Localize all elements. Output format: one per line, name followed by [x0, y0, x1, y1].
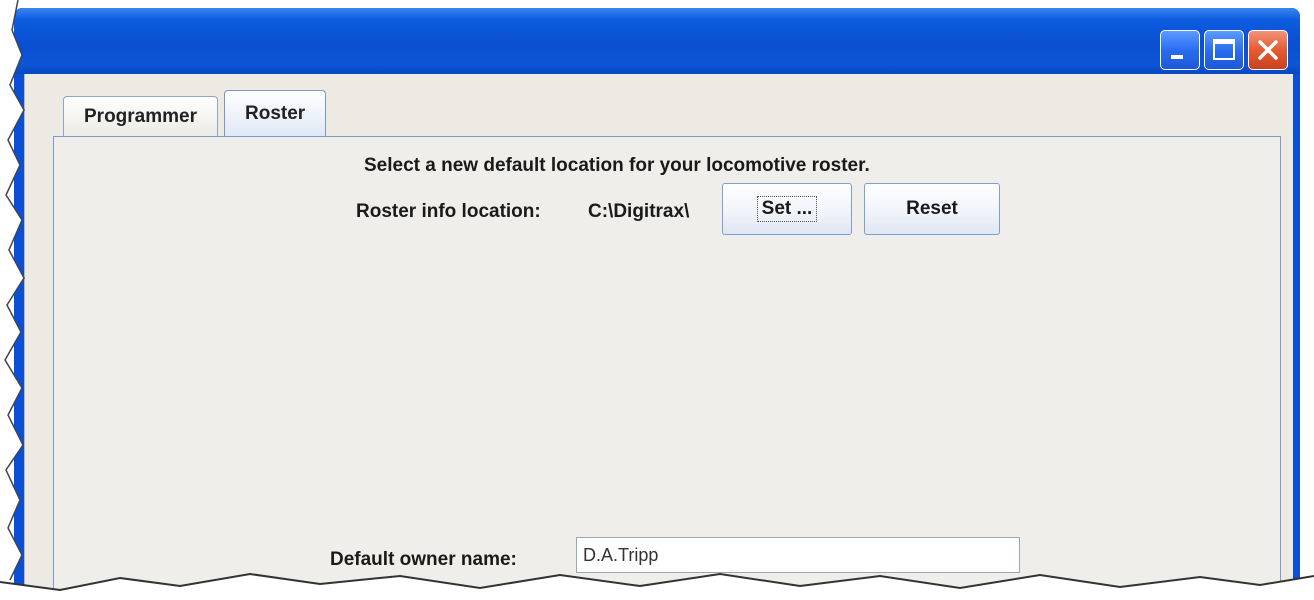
minimize-icon	[1171, 55, 1183, 59]
set-location-button-label: Set ...	[756, 196, 818, 222]
owner-name-input[interactable]	[576, 537, 1020, 573]
reset-location-button[interactable]: Reset	[864, 183, 1000, 235]
close-button[interactable]	[1248, 30, 1288, 70]
window-controls	[1160, 30, 1288, 70]
title-bar[interactable]	[14, 8, 1300, 74]
tab-strip: Programmer Roster	[63, 90, 327, 136]
tab-roster[interactable]: Roster	[224, 90, 327, 136]
maximize-icon	[1213, 39, 1235, 60]
close-icon	[1258, 40, 1278, 60]
roster-location-value: C:\Digitrax\	[588, 201, 690, 222]
roster-headline: Select a new default location for your l…	[364, 155, 870, 176]
roster-panel: Select a new default location for your l…	[53, 136, 1281, 600]
maximize-button[interactable]	[1204, 30, 1244, 70]
owner-name-label: Default owner name:	[330, 549, 517, 570]
window-client-area: Programmer Roster Select a new default l…	[24, 74, 1293, 600]
tab-programmer[interactable]: Programmer	[63, 96, 218, 136]
set-location-button[interactable]: Set ...	[722, 183, 852, 235]
minimize-button[interactable]	[1160, 30, 1200, 70]
screenshot-stage: Programmer Roster Select a new default l…	[0, 0, 1314, 600]
roster-location-label: Roster info location:	[356, 201, 541, 222]
application-window: Programmer Roster Select a new default l…	[14, 8, 1300, 600]
